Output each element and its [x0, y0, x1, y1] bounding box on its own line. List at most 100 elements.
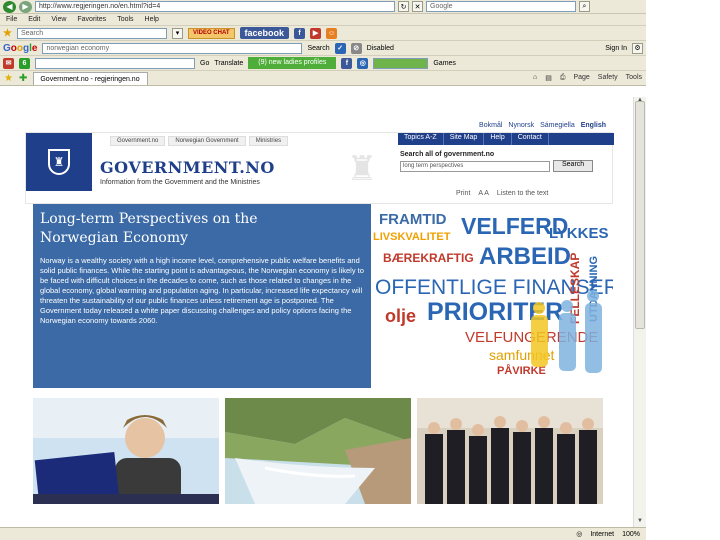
dropdown-icon[interactable]: ▾ — [171, 27, 183, 39]
smiley-icon[interactable]: ☺ — [326, 27, 338, 39]
google-search-input[interactable]: norwegian economy — [42, 42, 303, 54]
translate-button[interactable]: Translate — [214, 60, 243, 67]
new-profiles-button[interactable]: (9) new ladies profiles — [248, 57, 337, 69]
command-safety[interactable]: Safety — [598, 74, 618, 82]
menu-view[interactable]: View — [51, 16, 66, 23]
globe-status-icon: ◎ — [576, 531, 583, 538]
feeds-icon[interactable]: ▤ — [545, 74, 552, 82]
google-search-button[interactable]: Search — [307, 45, 329, 52]
word-cloud-image[interactable]: FRAMTID VELFERD LYKKES LIVSKVALITET ARBE… — [371, 204, 613, 388]
nav-site-map[interactable]: Site Map — [444, 133, 485, 145]
toolbar3-input[interactable] — [35, 57, 195, 69]
thumbnail-cabinet[interactable] — [417, 398, 603, 504]
word-livskvalitet: LIVSKVALITET — [373, 231, 451, 243]
menu-help[interactable]: Help — [145, 16, 159, 23]
tab-government-no[interactable]: Government.no - regjeringen.no — [33, 71, 149, 85]
home-icon[interactable]: ⌂ — [533, 74, 537, 82]
toolbar-search-input[interactable]: Search — [16, 27, 167, 39]
popup-blocker-icon[interactable]: ⊘ — [350, 42, 362, 54]
address-row: ◀ ▶ http://www.regjeringen.no/en.html?id… — [0, 0, 646, 14]
nav-topics-az[interactable]: Topics A-Z — [398, 133, 444, 145]
menu-favorites[interactable]: Favorites — [77, 16, 106, 23]
feature-title-line1: Long-term Perspectives on the — [40, 211, 258, 227]
lion-watermark-icon: ♜ — [346, 150, 378, 188]
feature-title-line2: Norwegian Economy — [40, 230, 189, 246]
nav-contact[interactable]: Contact — [512, 133, 549, 145]
lang-english[interactable]: English — [581, 122, 606, 129]
nav-ministries[interactable]: Ministries — [248, 136, 289, 146]
top-navigation: Government.no Norwegian Government Minis… — [110, 136, 289, 146]
toolbar-2: Google norwegian economy Search ✓ ⊘ Disa… — [0, 41, 646, 56]
site-subtitle: Information from the Government and the … — [100, 179, 260, 186]
toolbar-logo-icon: ★ — [3, 27, 12, 39]
print-link[interactable]: Print — [456, 190, 470, 197]
site-title[interactable]: GOVERNMENT.NO — [100, 158, 275, 177]
government-site: Bokmål Nynorsk Sámegiella English ♜ Gove… — [25, 122, 614, 527]
google-sign-in[interactable]: Sign In — [605, 45, 627, 52]
lang-samegiella[interactable]: Sámegiella — [540, 122, 575, 129]
video-chat-button[interactable]: VIDEO CHAT — [187, 27, 235, 39]
zoom-level[interactable]: 100% — [622, 531, 640, 538]
scroll-down-icon[interactable]: ▼ — [635, 518, 645, 527]
toolbar-1: ★ Search ▾ VIDEO CHAT facebook f ▶ ☺ — [0, 26, 646, 41]
thumbnail-row — [33, 398, 603, 508]
nav-norwegian-government[interactable]: Norwegian Government — [168, 136, 246, 146]
lang-bokmal[interactable]: Bokmål — [479, 122, 502, 129]
status-bar: ◎ Internet 100% — [0, 527, 646, 540]
site-search-button[interactable]: Search — [553, 160, 594, 172]
site-search-input[interactable]: long term perspectives — [400, 161, 550, 172]
mail-icon[interactable]: ✉ — [3, 57, 14, 69]
feature-panel[interactable]: Long-term Perspectives on the Norwegian … — [33, 204, 371, 388]
menu-bar: File Edit View Favorites Tools Help — [0, 14, 646, 26]
scrollbar-thumb[interactable] — [635, 101, 645, 329]
favorites-star-icon[interactable]: ★ — [4, 73, 13, 84]
facebook-icon[interactable]: f — [294, 27, 306, 39]
thumbnail-student[interactable] — [33, 398, 219, 504]
popup-blocker-status[interactable]: Disabled — [367, 45, 394, 52]
address-bar[interactable]: http://www.regjeringen.no/en.html?id=4 — [35, 1, 395, 12]
add-favorite-icon[interactable]: ✚ — [19, 73, 27, 84]
command-page[interactable]: Page — [573, 74, 589, 82]
word-lykkes: LYKKES — [549, 225, 608, 242]
feature-title[interactable]: Long-term Perspectives on the Norwegian … — [40, 210, 364, 248]
games-button[interactable]: Games — [433, 60, 456, 67]
go-button[interactable]: Go — [200, 60, 209, 67]
utility-navigation: Topics A-Z Site Map Help Contact — [398, 133, 614, 145]
bookmark-icon[interactable]: ✓ — [334, 42, 346, 54]
search-icon[interactable]: ⌕ — [579, 1, 590, 12]
globe-icon[interactable]: ◎ — [357, 57, 369, 69]
command-tools[interactable]: Tools — [626, 74, 642, 82]
listen-link[interactable]: Listen to the text — [497, 190, 548, 197]
vertical-scrollbar[interactable]: ▲ ▼ — [633, 97, 646, 527]
stop-icon[interactable]: ✕ — [412, 1, 423, 12]
word-olje: olje — [385, 306, 416, 326]
facebook-small-icon[interactable]: f — [341, 57, 353, 69]
page-viewport: Bokmål Nynorsk Sámegiella English ♜ Gove… — [0, 97, 633, 527]
back-icon[interactable]: ◀ — [3, 0, 16, 13]
thumbnail-dam[interactable] — [225, 398, 411, 504]
browser-search-input[interactable]: Google — [426, 1, 576, 12]
menu-edit[interactable]: Edit — [28, 16, 40, 23]
coat-of-arms[interactable]: ♜ — [26, 133, 92, 191]
word-framtid: FRAMTID — [379, 211, 447, 228]
feature-block: Long-term Perspectives on the Norwegian … — [25, 204, 613, 388]
refresh-icon[interactable]: ↻ — [398, 1, 409, 12]
feature-body: Norway is a wealthy society with a high … — [40, 256, 364, 325]
radio-field[interactable] — [373, 57, 429, 69]
tab-bar: ★ ✚ Government.no - regjeringen.no ⌂ ▤ ⎙… — [0, 71, 646, 86]
page-utilities: Print A A Listen to the text — [456, 190, 548, 197]
menu-tools[interactable]: Tools — [117, 16, 133, 23]
command-bar: ⌂ ▤ ⎙ Page Safety Tools — [533, 74, 642, 82]
lang-nynorsk[interactable]: Nynorsk — [508, 122, 534, 129]
text-size-link[interactable]: A A — [478, 190, 489, 197]
nav-help[interactable]: Help — [484, 133, 512, 145]
print-icon[interactable]: ⎙ — [560, 74, 566, 82]
forward-icon[interactable]: ▶ — [19, 0, 32, 13]
facebook-button[interactable]: facebook — [239, 27, 290, 39]
youtube-icon[interactable]: ▶ — [310, 27, 322, 39]
addon-icon[interactable]: 6 — [19, 57, 30, 69]
menu-file[interactable]: File — [6, 16, 17, 23]
nav-government-no[interactable]: Government.no — [110, 136, 166, 146]
settings-icon[interactable]: ⚙ — [632, 42, 643, 54]
lion-crest-icon: ♜ — [48, 149, 70, 175]
